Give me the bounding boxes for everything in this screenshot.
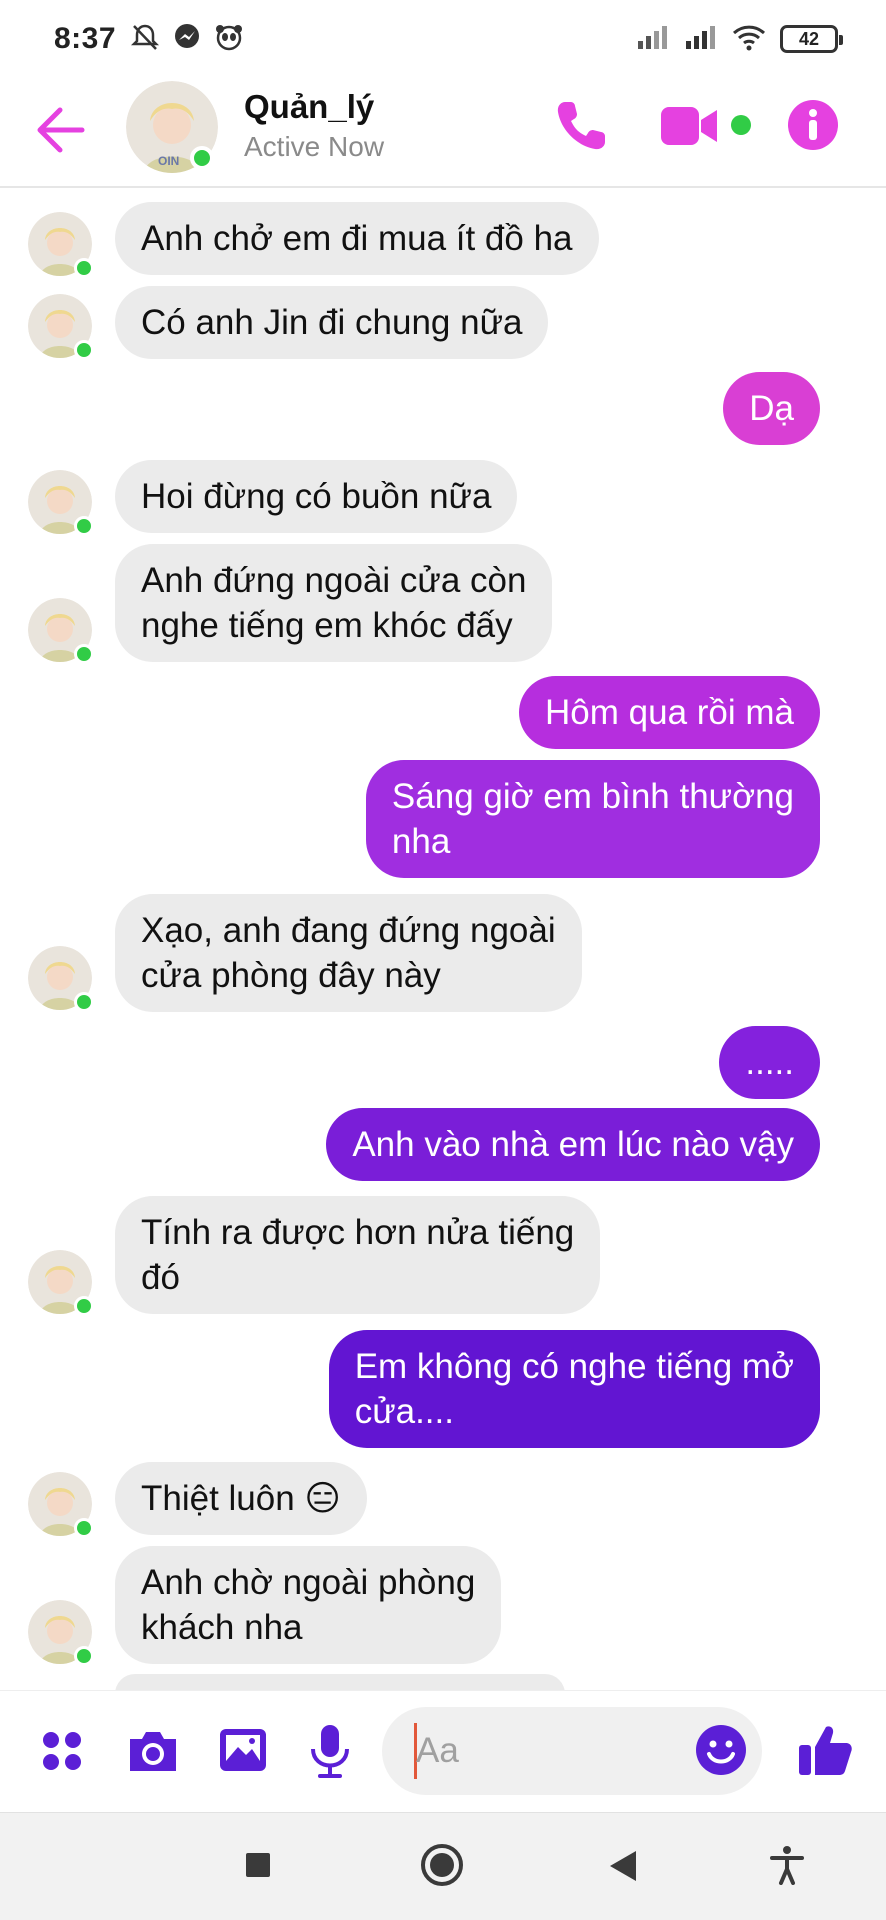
status-notification-icons bbox=[130, 22, 244, 57]
triangle-back-icon bbox=[610, 1851, 636, 1881]
message-composer: Aa bbox=[0, 1690, 886, 1810]
square-icon bbox=[246, 1853, 270, 1877]
message-bubble-incoming[interactable]: Anh chở em đi mua ít đồ ha bbox=[115, 202, 599, 275]
back-button[interactable] bbox=[30, 100, 90, 160]
message-bubble-outgoing[interactable]: Sáng giờ em bình thường nha bbox=[365, 760, 820, 878]
status-bar: 8:37 42 bbox=[0, 0, 886, 78]
message-bubble-outgoing[interactable]: Anh vào nhà em lúc nào vậy bbox=[326, 1108, 820, 1181]
video-call-button[interactable] bbox=[660, 103, 718, 149]
home-button[interactable] bbox=[420, 1843, 464, 1887]
message-bubble-incoming[interactable]: Xạo, anh đang đứng ngoài cửa phòng đây n… bbox=[115, 894, 582, 1012]
contact-status: Active Now bbox=[244, 131, 385, 162]
message-bubble-outgoing[interactable]: Em không có nghe tiếng mở cửa.... bbox=[328, 1330, 820, 1448]
message-bubble-incoming[interactable]: Tính ra được hơn nửa tiếng đó bbox=[115, 1196, 601, 1314]
video-active-indicator bbox=[731, 115, 751, 135]
message-input-placeholder: Aa bbox=[416, 1731, 459, 1770]
online-indicator bbox=[74, 258, 94, 278]
message-bubble-incoming[interactable]: Anh đứng ngoài cửa còn nghe tiếng em khó… bbox=[115, 544, 553, 662]
home-circle-icon bbox=[421, 1844, 463, 1886]
emoji-button[interactable] bbox=[694, 1723, 748, 1777]
message-bubble-outgoing[interactable]: ..... bbox=[719, 1026, 820, 1099]
message-bubble-incoming[interactable]: Anh chờ ngoài phòng khách nha bbox=[115, 1546, 502, 1664]
status-time: 8:37 bbox=[54, 22, 117, 55]
smiley-icon bbox=[696, 1725, 746, 1775]
more-apps-button[interactable] bbox=[40, 1729, 84, 1773]
message-input[interactable]: Aa bbox=[382, 1707, 762, 1795]
thumbs-up-icon bbox=[799, 1726, 852, 1775]
message-bubble-incoming[interactable]: Hoi đừng có buồn nữa bbox=[115, 460, 518, 533]
info-button[interactable] bbox=[788, 100, 838, 150]
message-list[interactable]: Anh chở em đi mua ít đồ ha Có anh Jin đi… bbox=[0, 190, 886, 1690]
online-indicator bbox=[74, 516, 94, 536]
panda-app-icon bbox=[214, 22, 244, 57]
status-system-icons: 42 bbox=[636, 23, 843, 56]
online-indicator bbox=[74, 992, 94, 1012]
voice-call-button[interactable] bbox=[551, 96, 611, 156]
online-indicator bbox=[74, 340, 94, 360]
four-dots-icon bbox=[43, 1732, 81, 1770]
recents-button[interactable] bbox=[244, 1851, 272, 1879]
signal-icon bbox=[636, 25, 670, 54]
battery-indicator: 42 bbox=[780, 25, 843, 53]
voice-record-button[interactable] bbox=[308, 1723, 352, 1779]
video-camera-icon bbox=[661, 107, 717, 145]
camera-button[interactable] bbox=[126, 1727, 180, 1775]
back-nav-button[interactable] bbox=[608, 1849, 638, 1883]
messenger-icon bbox=[172, 22, 202, 57]
camera-icon bbox=[130, 1732, 176, 1771]
message-bubble-outgoing[interactable]: Hôm qua rồi mà bbox=[519, 676, 820, 749]
accessibility-icon bbox=[770, 1846, 804, 1885]
muted-bell-icon bbox=[130, 22, 160, 57]
back-arrow-icon bbox=[37, 107, 85, 153]
message-bubble-incoming[interactable]: Có anh Jin đi chung nữa bbox=[115, 286, 549, 359]
signal-icon-2 bbox=[684, 25, 718, 54]
online-indicator bbox=[74, 1646, 94, 1666]
online-indicator bbox=[74, 1296, 94, 1316]
info-icon bbox=[809, 109, 817, 140]
contact-name[interactable]: Quản_lý bbox=[244, 88, 374, 126]
message-bubble-incoming[interactable]: Thiệt luôn 😑 bbox=[115, 1462, 367, 1535]
gallery-button[interactable] bbox=[218, 1725, 268, 1775]
message-bubble-partial[interactable] bbox=[115, 1674, 565, 1690]
svg-text:OIN: OIN bbox=[158, 154, 179, 168]
accessibility-button[interactable] bbox=[770, 1845, 804, 1885]
system-navigation-bar bbox=[0, 1812, 886, 1920]
microphone-icon bbox=[311, 1725, 349, 1778]
online-indicator bbox=[190, 146, 214, 170]
phone-icon bbox=[557, 102, 605, 150]
online-indicator bbox=[74, 1518, 94, 1538]
message-bubble-outgoing[interactable]: Dạ bbox=[723, 372, 820, 445]
wifi-icon bbox=[732, 23, 766, 56]
image-icon bbox=[220, 1729, 266, 1771]
like-button[interactable] bbox=[796, 1721, 854, 1779]
online-indicator bbox=[74, 644, 94, 664]
chat-header: OIN Quản_lý Active Now bbox=[0, 78, 886, 188]
